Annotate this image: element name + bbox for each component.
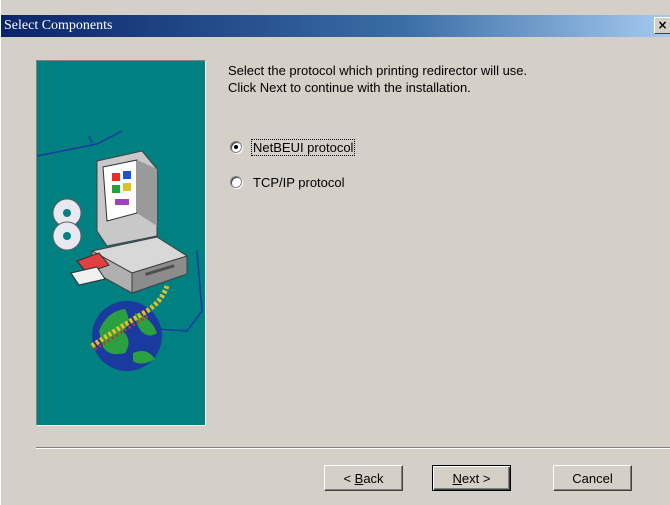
next-button-label: Next > — [453, 471, 491, 486]
button-divider — [36, 447, 670, 449]
cancel-button-label: Cancel — [572, 470, 613, 486]
radio-option-netbeui[interactable]: NetBEUI protocol — [230, 137, 356, 157]
next-hotkey: N — [452, 470, 462, 486]
instructions-text: Select the protocol which printing redir… — [228, 62, 527, 96]
netbeui-label[interactable]: NetBEUI protocol — [250, 138, 356, 156]
title-bar[interactable]: Select Components × — [1, 15, 670, 37]
instruction-line-1: Select the protocol which printing redir… — [228, 63, 528, 78]
computer-globe-illustration — [36, 130, 203, 371]
cancel-button[interactable]: Cancel — [553, 465, 632, 491]
setup-illustration — [36, 60, 206, 426]
instruction-line-2: Click Next to continue with the installa… — [228, 80, 471, 95]
radio-option-tcpip[interactable]: TCP/IP protocol — [230, 172, 346, 192]
next-rest: ext > — [461, 470, 491, 486]
close-button[interactable]: × — [654, 17, 670, 34]
close-icon: × — [657, 18, 668, 32]
back-rest: ack — [363, 470, 384, 486]
setup-dialog: Select Components × Select the protocol … — [0, 0, 670, 505]
back-button[interactable]: < Back — [324, 465, 403, 491]
tcpip-label[interactable]: TCP/IP protocol — [252, 175, 346, 190]
back-prefix: < — [343, 470, 355, 486]
netbeui-radio-button[interactable] — [230, 141, 242, 153]
window-title: Select Components — [4, 18, 113, 33]
tcpip-radio-button[interactable] — [230, 176, 242, 188]
next-button[interactable]: Next > — [432, 465, 511, 491]
back-button-label: < Back — [343, 471, 383, 486]
